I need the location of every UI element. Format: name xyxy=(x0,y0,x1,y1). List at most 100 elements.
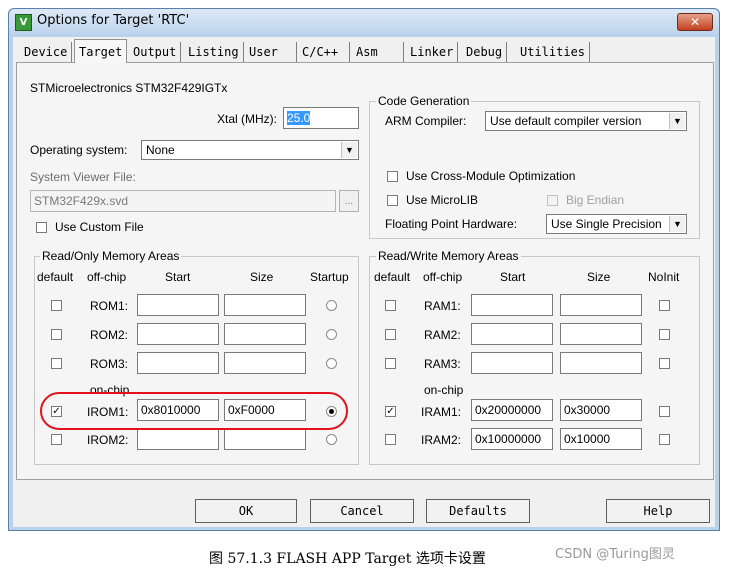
xtal-value: 25.0 xyxy=(287,111,311,125)
rom-header-offchip: off-chip xyxy=(87,270,127,284)
rom1-size-field[interactable] xyxy=(224,294,306,316)
irom2-size-field[interactable] xyxy=(224,428,306,450)
title-bar[interactable]: V Options for Target 'RTC' ✕ xyxy=(9,9,719,35)
iram2-noinit-checkbox[interactable] xyxy=(659,434,670,445)
xtal-label: Xtal (MHz): xyxy=(217,112,277,126)
defaults-button[interactable]: Defaults xyxy=(426,499,530,523)
cancel-button[interactable]: Cancel xyxy=(310,499,414,523)
rom1-start-field[interactable] xyxy=(137,294,219,316)
ram1-noinit-checkbox[interactable] xyxy=(659,300,670,311)
rom3-default-checkbox[interactable] xyxy=(51,358,62,369)
tab-linker[interactable]: Linker xyxy=(406,42,459,62)
arm-compiler-select[interactable]: Use default compiler version ▼ xyxy=(485,111,687,131)
rom-group-title: Read/Only Memory Areas xyxy=(40,249,182,263)
ram3-label: RAM3: xyxy=(424,357,461,371)
iram2-default-checkbox[interactable] xyxy=(385,434,396,445)
rom2-default-checkbox[interactable] xyxy=(51,329,62,340)
ram3-default-checkbox[interactable] xyxy=(385,358,396,369)
ram-header-default: default xyxy=(374,270,411,284)
rom3-label: ROM3: xyxy=(90,357,129,371)
ram2-label: RAM2: xyxy=(424,328,461,342)
irom2-startup-radio[interactable] xyxy=(326,434,337,445)
ok-button[interactable]: OK xyxy=(195,499,297,523)
tab-output[interactable]: Output xyxy=(129,42,182,62)
os-label: Operating system: xyxy=(30,143,128,157)
ram-header-noinit: NoInit xyxy=(648,270,680,284)
rom2-start-field[interactable] xyxy=(137,323,219,345)
big-endian-label: Big Endian xyxy=(566,193,625,207)
iram1-default-checkbox[interactable]: ✓ xyxy=(385,406,396,417)
iram2-size-field[interactable]: 0x10000 xyxy=(560,428,642,450)
figure-caption: 图 57.1.3 FLASH APP Target 选项卡设置 xyxy=(209,551,486,567)
microlib-checkbox[interactable] xyxy=(387,195,398,206)
ram2-noinit-checkbox[interactable] xyxy=(659,329,670,340)
rom-header-size: Size xyxy=(250,270,274,284)
ram-header-offchip: off-chip xyxy=(423,270,463,284)
ram3-size-field[interactable] xyxy=(560,352,642,374)
rom3-start-field[interactable] xyxy=(137,352,219,374)
ram2-size-field[interactable] xyxy=(560,323,642,345)
ram-onchip-label: on-chip xyxy=(424,383,464,397)
iram1-start-field[interactable]: 0x20000000 xyxy=(471,399,553,421)
cross-module-label: Use Cross-Module Optimization xyxy=(406,169,576,183)
close-icon: ✕ xyxy=(689,15,701,29)
close-button[interactable]: ✕ xyxy=(677,13,713,31)
rom1-default-checkbox[interactable] xyxy=(51,300,62,311)
chevron-down-icon: ▼ xyxy=(669,216,685,232)
arm-compiler-label: ARM Compiler: xyxy=(385,114,467,128)
rom1-startup-radio[interactable] xyxy=(326,300,337,311)
rom-header-startup: Startup xyxy=(310,270,349,284)
ram1-start-field[interactable] xyxy=(471,294,553,316)
iram2-start-field[interactable]: 0x10000000 xyxy=(471,428,553,450)
svd-browse-button: ... xyxy=(339,190,359,212)
keil-icon: V xyxy=(15,14,32,31)
use-custom-file-checkbox[interactable] xyxy=(36,222,47,233)
os-select[interactable]: None ▼ xyxy=(141,140,359,160)
ram1-default-checkbox[interactable] xyxy=(385,300,396,311)
ram1-label: RAM1: xyxy=(424,299,461,313)
arm-compiler-value: Use default compiler version xyxy=(490,114,642,128)
irom2-start-field[interactable] xyxy=(137,428,219,450)
rom-header-default: default xyxy=(37,270,74,284)
ram-group-title: Read/Write Memory Areas xyxy=(376,249,521,263)
xtal-field[interactable]: 25.0 xyxy=(283,107,359,129)
highlight-annotation xyxy=(40,392,348,430)
rom2-size-field[interactable] xyxy=(224,323,306,345)
ram3-noinit-checkbox[interactable] xyxy=(659,358,670,369)
ram3-start-field[interactable] xyxy=(471,352,553,374)
iram1-noinit-checkbox[interactable] xyxy=(659,406,670,417)
rom1-label: ROM1: xyxy=(90,299,129,313)
tab-cc[interactable]: C/C++ xyxy=(298,42,350,62)
big-endian-checkbox xyxy=(547,195,558,206)
ram1-size-field[interactable] xyxy=(560,294,642,316)
device-name: STMicroelectronics STM32F429IGTx xyxy=(30,81,228,95)
rom2-startup-radio[interactable] xyxy=(326,329,337,340)
microlib-label: Use MicroLIB xyxy=(406,193,479,207)
iram2-label: IRAM2: xyxy=(421,433,462,447)
svd-field: STM32F429x.svd xyxy=(30,190,336,212)
tab-asm[interactable]: Asm xyxy=(352,42,404,62)
use-custom-file-label: Use Custom File xyxy=(55,220,144,234)
rom3-startup-radio[interactable] xyxy=(326,358,337,369)
os-value: None xyxy=(146,143,175,157)
help-button[interactable]: Help xyxy=(606,499,710,523)
window-title: Options for Target 'RTC' xyxy=(37,13,190,28)
ram2-default-checkbox[interactable] xyxy=(385,329,396,340)
tab-listing[interactable]: Listing xyxy=(184,42,244,62)
tab-user[interactable]: User xyxy=(245,42,297,62)
tab-target[interactable]: Target xyxy=(74,39,128,63)
ram-header-size: Size xyxy=(587,270,611,284)
svd-label: System Viewer File: xyxy=(30,170,136,184)
rom3-size-field[interactable] xyxy=(224,352,306,374)
rom2-label: ROM2: xyxy=(90,328,129,342)
iram1-label: IRAM1: xyxy=(421,405,462,419)
tab-utilities[interactable]: Utilities xyxy=(516,42,591,62)
cross-module-checkbox[interactable] xyxy=(387,171,398,182)
chevron-down-icon: ▼ xyxy=(669,113,685,129)
tab-debug[interactable]: Debug xyxy=(462,42,508,62)
irom2-default-checkbox[interactable] xyxy=(51,434,62,445)
iram1-size-field[interactable]: 0x30000 xyxy=(560,399,642,421)
ram2-start-field[interactable] xyxy=(471,323,553,345)
fpu-select[interactable]: Use Single Precision ▼ xyxy=(546,214,687,234)
tab-device[interactable]: Device xyxy=(20,42,73,62)
